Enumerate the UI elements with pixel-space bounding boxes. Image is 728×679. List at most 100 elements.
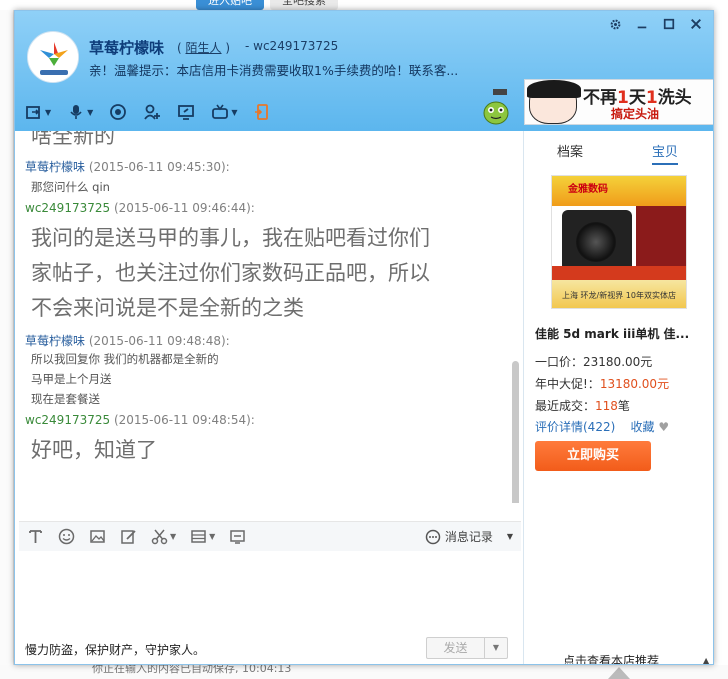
chevron-down-icon: ▼ [87,107,94,117]
chat-toolbar: ▼ ▼ ▼ [25,101,287,123]
maximize-icon[interactable] [662,17,676,31]
remote-assist-icon [212,104,229,119]
close-icon[interactable] [689,17,703,31]
gear-icon[interactable] [608,17,622,31]
message-input[interactable] [19,552,521,630]
buy-now-button[interactable]: 立即购买 [535,441,651,471]
video-button[interactable] [109,101,127,123]
title-bar[interactable]: 草莓柠檬味 ( 陌生人 ) - wc249173725 亲！温馨提示：本店信用卡… [15,11,713,131]
sender-name[interactable]: wc249173725 [25,413,110,427]
file-transfer-button[interactable]: ▼ [25,101,51,123]
emoji-button[interactable] [58,528,75,545]
scroll-up-icon[interactable] [608,667,630,679]
product-image[interactable]: 金雅数码 上海 环龙/新视界 10年双实体店 [551,175,687,309]
reviews-link[interactable]: 评价详情(422) [535,420,615,434]
chevron-down-icon: ▼ [209,532,216,541]
message-text: 那您问什么 qin [31,180,110,194]
font-icon [29,530,42,543]
product-image-panel [636,206,686,266]
contact-id: - wc249173725 [245,39,339,53]
shop-avatar[interactable] [27,31,79,83]
relation-link[interactable]: 陌生人 [186,41,222,55]
sender-name[interactable]: 草莓柠檬味 [25,334,85,348]
background-tab[interactable]: 进入贴吧 [196,0,264,10]
message-text: 马甲是上个月送 [31,372,112,386]
heart-icon[interactable]: ♥ [658,420,669,434]
ad-subline: 搞定头油 [611,107,660,121]
message-header: 草莓柠檬味 (2015-06-11 09:45:30): [19,158,521,175]
security-slogan: 慢力防盗，保护财产，守护家人。 [25,643,206,657]
sender-name[interactable]: wc249173725 [25,201,110,215]
app-button[interactable] [253,101,271,123]
minimize-icon[interactable] [635,17,649,31]
sales-row: 最近成交：118笔 [535,397,630,414]
product-image-caption: 上海 环龙/新视界 10年双实体店 [562,291,676,300]
relation-label: ( 陌生人 ) [177,39,230,56]
screenshot-icon [230,530,246,544]
add-contact-button[interactable] [143,101,161,123]
tab-items[interactable]: 宝贝 [652,141,679,165]
screen-share-button[interactable] [177,101,195,123]
review-row: 评价详情(422) 收藏 ♥ [535,418,669,435]
edit-button[interactable] [120,528,137,545]
app-icon [255,104,269,120]
emoji-icon [58,528,75,545]
table-button[interactable]: ▼ [190,528,215,545]
product-title[interactable]: 佳能 5d mark iii单机 佳... [535,325,713,342]
relation-close: ) [225,41,231,55]
ad-text: 洗头 [657,88,692,108]
microphone-icon [70,105,82,119]
chevron-down-icon: ▼ [492,643,500,652]
history-label: 消息记录 [444,530,493,544]
cartoon-face-image [527,80,581,124]
add-contact-icon [144,104,161,120]
sales-label: 最近成交： [535,399,596,413]
contact-name[interactable]: 草莓柠檬味 [89,37,164,58]
camera-lens-image [576,222,616,262]
remote-assist-button[interactable]: ▼ [211,101,237,123]
message-text: 所以我回复你 我们的机器都是全新的 [31,352,219,366]
table-icon [191,530,206,543]
chevron-down-icon: ▼ [45,107,52,117]
chevron-down-icon: ▼ [170,532,177,541]
voice-button[interactable]: ▼ [67,101,93,123]
relation-open: ( [177,41,182,55]
message-history-button[interactable]: 消息记录 ▼ [425,528,513,545]
background-tabs: 进入贴吧 全吧搜索 [196,0,338,10]
message-text: 好吧，知道了 [31,438,157,462]
background-tab[interactable]: 全吧搜索 [270,0,338,10]
video-icon [110,104,127,120]
contact-signature: 亲！温馨提示：本店信用卡消费需要收取1%手续费的哈！联系客... [89,63,459,78]
message-time: (2015-06-11 09:48:48): [88,334,230,348]
mascot-icon[interactable] [481,89,511,125]
product-image-band [552,266,686,280]
chat-scrollbar[interactable] [512,361,519,503]
screenshot-button[interactable]: ▼ [151,528,176,545]
promo-row: 年中大促!：13180.00元 [535,375,669,392]
chevron-down-icon: ▼ [231,107,238,117]
favorite-link[interactable]: 收藏 [631,420,655,434]
chat-bubble-icon [425,529,441,544]
price-value: 23180.00元 [583,355,653,369]
background-left-strip [0,10,14,670]
message-header: wc249173725 (2015-06-11 09:46:44): [19,201,521,215]
edit-icon [121,530,136,544]
background-bottom: 你正在输入的内容已自动保存, 10:04:13 [0,662,728,679]
chevron-up-icon[interactable]: ▲ [703,656,709,664]
panel-divider [523,131,524,664]
chat-window: 草莓柠檬味 ( 陌生人 ) - wc249173725 亲！温馨提示：本店信用卡… [14,10,714,665]
image-button[interactable] [89,528,106,545]
ad-banner[interactable]: 不再1天1洗头 搞定头油 [524,79,713,125]
send-options-button[interactable]: ▼ [485,638,507,658]
shop-recommend-link[interactable]: 点击查看本店推荐 [563,652,659,664]
send-button[interactable]: 发送 [427,638,485,658]
input-toolbar: ▼ ▼ 消息记录 ▼ [19,521,521,551]
message-time: (2015-06-11 09:48:54): [113,413,255,427]
font-button[interactable] [27,528,44,545]
promo-price: 13180.00元 [599,377,670,391]
message-history[interactable]: 啥全新的 草莓柠檬味 (2015-06-11 09:45:30): 那您问什么 … [19,131,521,503]
sender-name[interactable]: 草莓柠檬味 [25,160,85,174]
tab-profile[interactable]: 档案 [557,141,583,160]
message-header: 草莓柠檬味 (2015-06-11 09:48:48): [19,332,521,349]
capture-button[interactable] [229,528,246,545]
